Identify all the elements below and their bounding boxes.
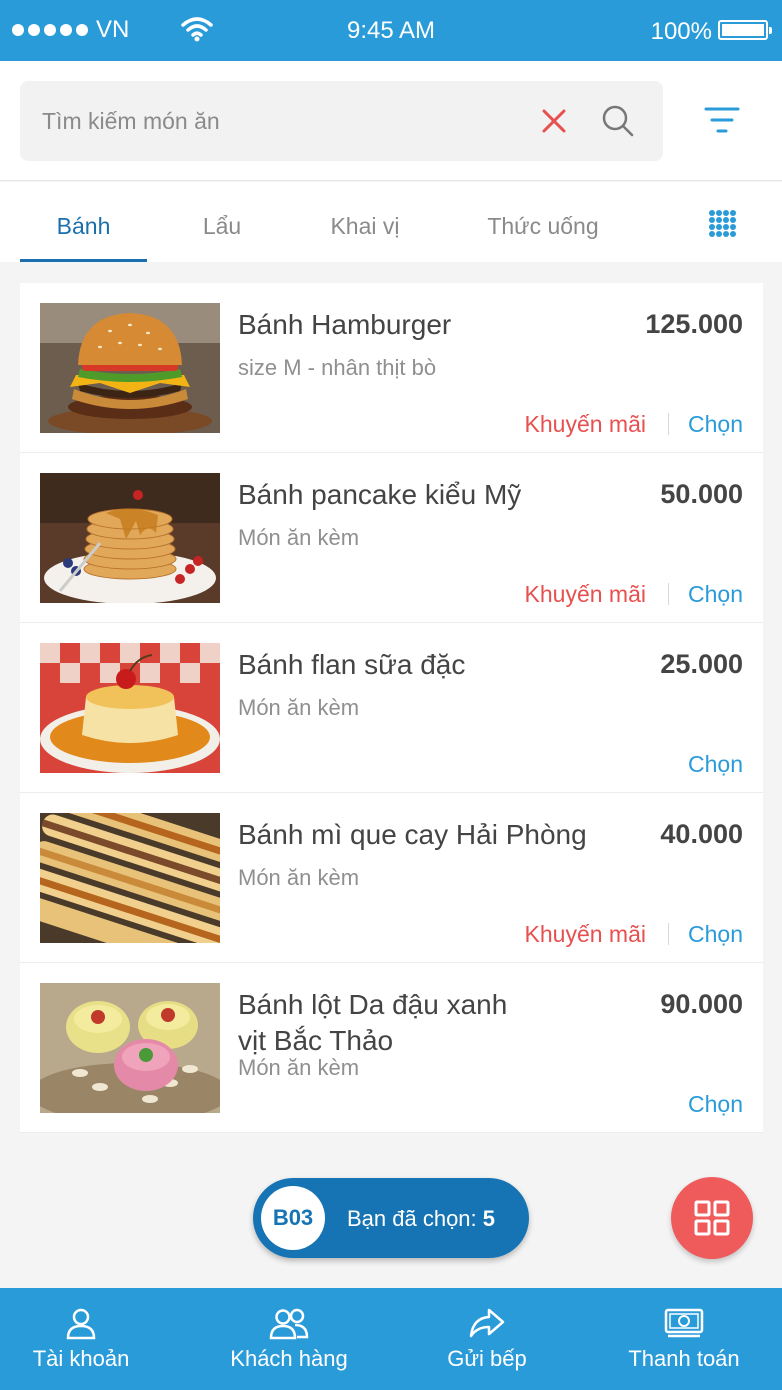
item-name: Bánh lột Da đậu xanh vịt Bắc Thảo: [238, 989, 508, 1056]
item-name: Bánh pancake kiểu Mỹ: [238, 479, 522, 510]
battery-icon: [718, 20, 772, 40]
tab-khai-vi[interactable]: Khai vị: [305, 182, 425, 262]
item-name: Bánh Hamburger: [238, 309, 452, 340]
item-description: Món ăn kèm: [238, 865, 360, 890]
item-price: 40.000: [660, 819, 743, 849]
grid-menu-icon[interactable]: [707, 208, 739, 240]
grid-icon: [694, 1200, 730, 1236]
choose-button[interactable]: Chọn: [688, 581, 743, 608]
battery-percent: 100%: [650, 18, 712, 45]
item-price: 25.000: [660, 649, 743, 679]
status-bar: VN 9:45 AM 100%: [0, 0, 782, 61]
choose-button[interactable]: Chọn: [688, 921, 743, 948]
selection-summary-button[interactable]: B03 Bạn đã chọn: 5: [253, 1178, 529, 1258]
selection-text: Bạn đã chọn:: [347, 1206, 477, 1231]
menu-item: Bánh flan sữa đặc Món ăn kèm 25.000 Chọn: [20, 623, 763, 793]
nav-label: Gửi bếp: [447, 1346, 527, 1371]
nav-gui-bep[interactable]: Gửi bếp: [420, 1288, 554, 1390]
promo-link[interactable]: Khuyến mãi: [525, 581, 646, 608]
selection-label: Bạn đã chọn: 5: [347, 1206, 495, 1232]
category-tabs: Bánh Lẩu Khai vị Thức uống: [0, 182, 782, 262]
item-description: Món ăn kèm: [238, 695, 360, 720]
banh-mi-image: [40, 813, 220, 943]
hamburger-image: [40, 303, 220, 433]
money-icon: [664, 1308, 704, 1338]
search-icon[interactable]: [600, 103, 636, 139]
close-icon[interactable]: [538, 105, 570, 137]
tab-banh[interactable]: Bánh: [20, 182, 147, 262]
item-description: Món ăn kèm: [238, 525, 360, 550]
item-name: Bánh mì que cay Hải Phòng: [238, 819, 587, 850]
nav-thanh-toan[interactable]: Thanh toán: [610, 1288, 758, 1390]
item-name: Bánh flan sữa đặc: [238, 649, 466, 680]
nav-tai-khoan[interactable]: Tài khoản: [0, 1288, 162, 1390]
menu-item: Bánh lột Da đậu xanh vịt Bắc Thảo Món ăn…: [20, 963, 763, 1133]
search-input[interactable]: [42, 103, 522, 139]
pancake-image: [40, 473, 220, 603]
grid-view-button[interactable]: [671, 1177, 753, 1259]
item-price: 50.000: [660, 479, 743, 509]
item-price: 90.000: [660, 989, 743, 1019]
banh-lot-image: [40, 983, 220, 1113]
menu-item: Bánh mì que cay Hải Phòng Món ăn kèm 40.…: [20, 793, 763, 963]
divider: [668, 923, 669, 945]
tab-lau[interactable]: Lẩu: [170, 182, 274, 262]
user-icon: [66, 1308, 96, 1340]
nav-label: Thanh toán: [628, 1346, 740, 1371]
divider: [668, 413, 669, 435]
choose-button[interactable]: Chọn: [688, 1091, 743, 1118]
tab-thuc-uong[interactable]: Thức uống: [468, 182, 618, 262]
choose-button[interactable]: Chọn: [688, 751, 743, 778]
menu-item: Bánh pancake kiểu Mỹ Món ăn kèm 50.000 K…: [20, 453, 763, 623]
search-header: [0, 61, 782, 181]
search-box[interactable]: [20, 81, 663, 161]
table-badge: B03: [261, 1186, 325, 1250]
flan-image: [40, 643, 220, 773]
menu-item: Bánh Hamburger size M - nhân thịt bò 125…: [20, 283, 763, 453]
item-description: Món ăn kèm: [238, 1055, 360, 1080]
filter-icon[interactable]: [702, 105, 742, 137]
promo-link[interactable]: Khuyến mãi: [525, 921, 646, 948]
promo-link[interactable]: Khuyến mãi: [525, 411, 646, 438]
item-description: size M - nhân thịt bò: [238, 355, 437, 380]
selection-count: 5: [482, 1206, 496, 1231]
bottom-nav: Tài khoản Khách hàng Gửi bếp Thanh toán: [0, 1288, 782, 1390]
share-icon: [469, 1308, 505, 1338]
nav-label: Tài khoản: [32, 1346, 130, 1371]
item-price: 125.000: [645, 309, 743, 339]
users-icon: [269, 1308, 309, 1340]
nav-label: Khách hàng: [230, 1346, 348, 1371]
divider: [668, 583, 669, 605]
choose-button[interactable]: Chọn: [688, 411, 743, 438]
menu-item-list: Bánh Hamburger size M - nhân thịt bò 125…: [20, 283, 763, 1133]
nav-khach-hang[interactable]: Khách hàng: [205, 1288, 373, 1390]
